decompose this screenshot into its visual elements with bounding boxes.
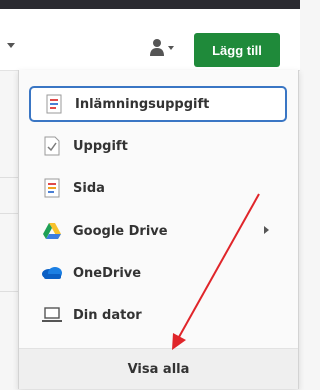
task-icon — [41, 135, 63, 157]
background-divider — [0, 177, 18, 178]
user-menu-button[interactable] — [148, 37, 176, 59]
page-icon — [41, 177, 63, 199]
menu-item-onedrive[interactable]: OneDrive — [29, 255, 287, 291]
menu-item-din-dator[interactable]: Din dator — [29, 297, 287, 333]
menu-item-sida[interactable]: Sida — [29, 170, 287, 206]
google-drive-icon — [41, 220, 63, 242]
menu-item-inlamningsuppgift[interactable]: Inlämningsuppgift — [29, 86, 287, 122]
chevron-right-icon — [264, 226, 269, 234]
laptop-icon — [41, 304, 63, 326]
user-icon — [150, 39, 174, 56]
background-divider — [0, 213, 18, 214]
add-dropdown-menu: Inlämningsuppgift Uppgift Sida Google Dr… — [18, 70, 299, 389]
dropdown-caret-icon[interactable] — [7, 43, 15, 48]
menu-item-uppgift[interactable]: Uppgift — [29, 128, 287, 164]
add-button[interactable]: Lägg till — [194, 33, 280, 67]
assignment-icon — [43, 93, 65, 115]
background-divider — [0, 291, 18, 292]
show-all-button[interactable]: Visa alla — [19, 348, 298, 389]
menu-item-google-drive[interactable]: Google Drive — [29, 213, 287, 249]
top-bar — [0, 0, 300, 9]
onedrive-icon — [41, 262, 63, 284]
header-bar: Lägg till — [0, 9, 300, 71]
